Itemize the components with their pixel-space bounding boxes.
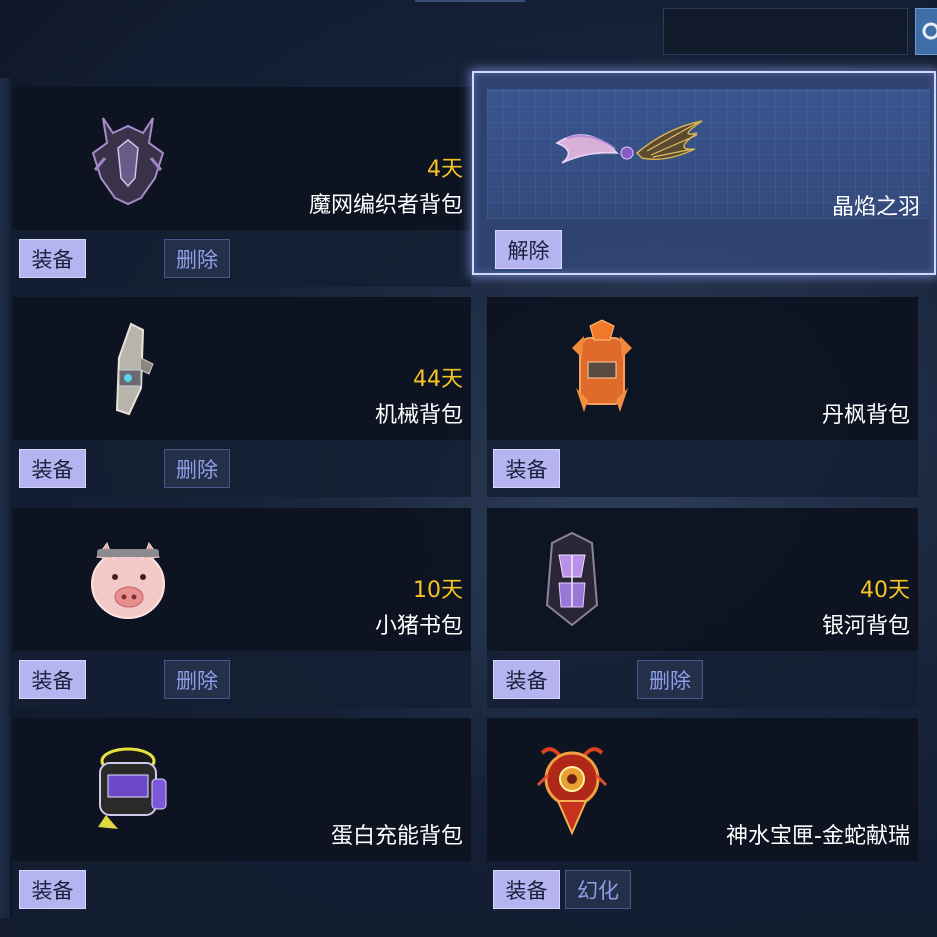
backpack-card[interactable]: 44天 机械背包 装备 删除 xyxy=(13,297,471,497)
equip-button[interactable]: 装备 xyxy=(19,449,86,488)
backpack-card[interactable]: 4天 魔网编织者背包 装备 删除 xyxy=(13,87,471,287)
panel-left-edge xyxy=(0,78,10,918)
backpack-card[interactable]: 丹枫背包 装备 xyxy=(487,297,918,497)
transform-button[interactable]: 幻化 xyxy=(565,870,631,909)
delete-button[interactable]: 删除 xyxy=(164,239,230,278)
item-name: 魔网编织者背包 xyxy=(308,193,463,218)
item-name: 蛋白充能背包 xyxy=(330,824,463,849)
top-bar xyxy=(0,0,937,70)
search-icon xyxy=(922,22,937,39)
item-name: 机械背包 xyxy=(374,403,463,428)
days-remaining: 10天 xyxy=(413,578,463,603)
top-tab-indicator xyxy=(415,0,525,2)
days-remaining: 44天 xyxy=(413,367,463,392)
item-name: 神水宝匣-金蛇献瑞 xyxy=(726,824,910,849)
backpack-card[interactable]: 10天 小猪书包 装备 删除 xyxy=(13,508,471,708)
delete-button[interactable]: 删除 xyxy=(637,660,703,699)
equip-button[interactable]: 装备 xyxy=(19,660,86,699)
protein-charge-backpack-icon xyxy=(63,724,193,854)
backpack-card[interactable]: 40天 银河背包 装备 删除 xyxy=(487,508,918,708)
item-name: 小猪书包 xyxy=(374,614,463,639)
crystal-flame-wings-icon xyxy=(542,93,712,203)
mechanical-backpack-icon xyxy=(63,303,193,433)
item-name: 晶焰之羽 xyxy=(831,195,920,220)
equip-button[interactable]: 装备 xyxy=(19,870,86,909)
piggy-backpack-icon xyxy=(63,514,193,644)
item-name: 银河背包 xyxy=(821,614,910,639)
galaxy-backpack-icon xyxy=(507,514,637,644)
days-remaining: 4天 xyxy=(427,157,463,182)
equip-button[interactable]: 装备 xyxy=(19,239,86,278)
delete-button[interactable]: 删除 xyxy=(164,660,230,699)
delete-button[interactable]: 删除 xyxy=(164,449,230,488)
days-remaining: 40天 xyxy=(860,578,910,603)
backpack-card-selected[interactable]: 晶焰之羽 解除 xyxy=(472,71,936,275)
equip-button[interactable]: 装备 xyxy=(493,449,560,488)
golden-snake-chest-icon xyxy=(507,724,637,854)
search-button[interactable] xyxy=(915,8,937,55)
dark-spiked-backpack-icon xyxy=(63,93,193,223)
maple-leaf-backpack-icon xyxy=(537,303,667,433)
equip-button[interactable]: 装备 xyxy=(493,870,560,909)
backpack-card[interactable]: 蛋白充能背包 装备 xyxy=(13,718,471,918)
unequip-button[interactable]: 解除 xyxy=(495,230,562,269)
equip-button[interactable]: 装备 xyxy=(493,660,560,699)
next-row-partial xyxy=(0,918,937,937)
backpack-card[interactable]: 神水宝匣-金蛇献瑞 装备 幻化 xyxy=(487,718,918,918)
item-name: 丹枫背包 xyxy=(821,403,910,428)
search-input[interactable] xyxy=(663,8,908,55)
